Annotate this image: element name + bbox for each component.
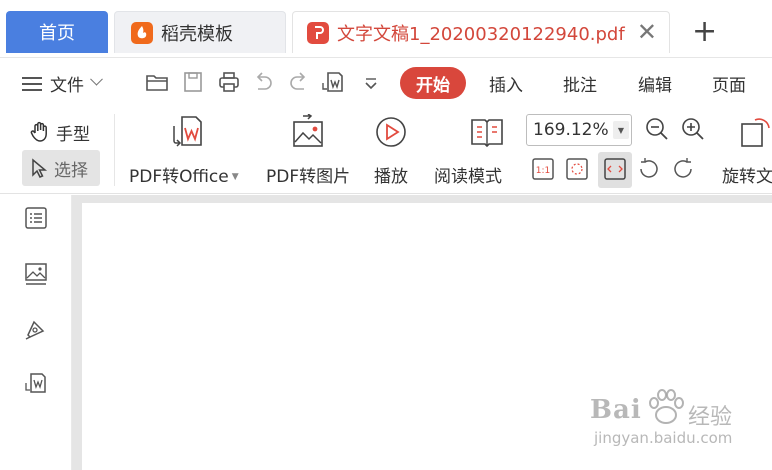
svg-text:1:1: 1:1 <box>536 166 550 176</box>
watermark-brand: Bai <box>590 395 642 425</box>
pdf-convert-icon[interactable] <box>320 69 346 95</box>
rotate-document-icon <box>740 118 770 147</box>
tab-home[interactable]: 首页 <box>6 11 108 53</box>
watermark-url: jingyan.baidu.com <box>594 429 733 447</box>
tab-daoke-templates[interactable]: 稻壳模板 <box>114 11 286 53</box>
rotate-right-icon[interactable] <box>670 156 696 182</box>
file-menu-button[interactable]: 文件 <box>22 71 103 96</box>
fit-width-icon[interactable] <box>602 156 628 182</box>
tab-daoke-label: 稻壳模板 <box>161 23 233 45</box>
paw-logo-icon <box>649 389 684 424</box>
zoom-level-select[interactable]: 169.12% ▼ <box>526 114 632 146</box>
select-mode-button[interactable]: 选择 <box>22 150 100 186</box>
menu-tab-comment[interactable]: 批注 <box>563 71 597 96</box>
cursor-arrow-icon <box>32 158 48 178</box>
daoke-logo-icon <box>131 21 153 44</box>
hamburger-icon <box>22 76 42 91</box>
play-button[interactable]: 播放 <box>374 114 408 187</box>
outline-list-icon[interactable] <box>23 205 49 231</box>
pdf-to-image-button[interactable]: PDF转图片 <box>266 114 350 187</box>
tab-bar: 首页 稻壳模板 文字文稿1_20200320122940.pdf ✕ + <box>0 0 772 58</box>
print-icon[interactable] <box>216 69 242 95</box>
pdf-to-image-label: PDF转图片 <box>266 167 351 187</box>
reading-mode-label: 阅读模式 <box>434 167 502 187</box>
hand-mode-button[interactable]: 手型 <box>22 114 100 150</box>
play-icon <box>376 117 406 147</box>
pdf-to-image-icon <box>293 114 323 147</box>
pdf-file-icon <box>307 21 329 44</box>
rotate-left-icon[interactable] <box>636 156 662 182</box>
zoom-dropdown-icon[interactable]: ▼ <box>613 121 629 139</box>
actual-size-icon[interactable]: 1:1 <box>530 156 556 182</box>
convert-document-icon[interactable] <box>23 371 49 397</box>
baidu-watermark: Bai 经验 jingyan.baidu.com <box>590 385 765 455</box>
pdf-to-office-label: PDF转Office <box>129 167 229 187</box>
open-folder-icon[interactable] <box>144 69 170 95</box>
pdf-to-office-button[interactable]: PDF转Office ▼ <box>129 114 239 187</box>
save-icon[interactable] <box>180 69 206 95</box>
zoom-in-icon[interactable] <box>680 116 706 142</box>
fit-page-icon[interactable] <box>564 156 590 182</box>
tab-document[interactable]: 文字文稿1_20200320122940.pdf ✕ <box>292 11 670 53</box>
dropdown-caret-icon: ▼ <box>231 172 239 182</box>
thumbnail-image-icon[interactable] <box>23 261 49 287</box>
zoom-level-value: 169.12% <box>533 120 609 140</box>
undo-icon[interactable] <box>250 69 276 95</box>
tab-document-label: 文字文稿1_20200320122940.pdf <box>337 23 625 45</box>
zoom-out-icon[interactable] <box>644 116 670 142</box>
menu-tab-edit[interactable]: 编辑 <box>638 71 672 96</box>
rotate-document-label: 旋转文 <box>722 167 772 187</box>
menu-tab-page[interactable]: 页面 <box>712 71 746 96</box>
ribbon-separator <box>114 114 115 186</box>
reading-mode-button[interactable]: 阅读模式 <box>432 114 504 187</box>
play-label: 播放 <box>374 167 408 187</box>
more-dropdown-icon[interactable] <box>358 69 384 95</box>
chevron-down-icon <box>90 72 103 86</box>
watermark-brand-cn: 经验 <box>688 405 733 430</box>
new-tab-plus-icon[interactable]: + <box>692 17 717 47</box>
rotate-document-button[interactable]: 旋转文 <box>722 114 772 187</box>
menu-row: 文件 开始 插入 批注 编辑 页面 <box>0 60 772 106</box>
tab-home-label: 首页 <box>39 23 75 44</box>
redo-icon[interactable] <box>286 69 312 95</box>
hand-mode-label: 手型 <box>56 124 90 145</box>
menu-tab-start[interactable]: 开始 <box>400 67 466 99</box>
hand-icon <box>30 121 47 142</box>
pdf-to-office-icon <box>173 116 202 147</box>
left-sidebar <box>0 195 72 470</box>
file-menu-label: 文件 <box>50 76 84 96</box>
menu-tab-insert[interactable]: 插入 <box>489 71 523 96</box>
close-tab-icon[interactable]: ✕ <box>637 20 657 44</box>
select-mode-label: 选择 <box>54 160 88 181</box>
ribbon-toolbar: 手型 选择 PDF转Office ▼ PDF转图片 播放 阅读模式 169.12… <box>0 106 772 194</box>
annotation-pen-icon[interactable] <box>23 317 49 343</box>
reading-mode-icon <box>471 119 503 148</box>
